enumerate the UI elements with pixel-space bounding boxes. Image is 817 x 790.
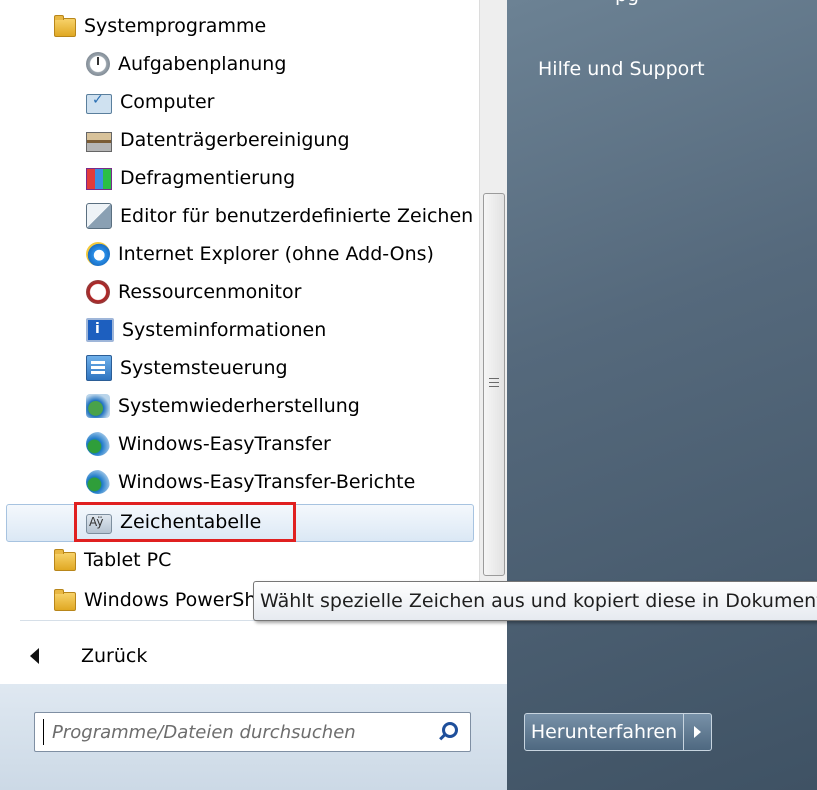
- list-item-label: Defragmentierung: [120, 167, 296, 189]
- shutdown-button[interactable]: Herunterfahren: [524, 713, 684, 751]
- list-item-systemwiederherstellung[interactable]: Systemwiederherstellung: [86, 387, 480, 425]
- search-box[interactable]: [34, 712, 471, 752]
- list-item-defragmentierung[interactable]: Defragmentierung: [86, 159, 480, 197]
- system-restore-icon: [86, 394, 110, 418]
- search-input[interactable]: [50, 716, 436, 748]
- char-editor-icon: [86, 203, 112, 229]
- list-item-easytransfer[interactable]: Windows-EasyTransfer: [86, 425, 480, 463]
- folder-label: Windows PowerShell: [84, 589, 279, 611]
- grip-icon: [489, 378, 499, 379]
- folder-icon: [52, 588, 76, 612]
- programs-scrollbar[interactable]: [479, 0, 508, 583]
- list-item-internet-explorer[interactable]: Internet Explorer (ohne Add-Ons): [86, 235, 480, 273]
- list-item-label: Internet Explorer (ohne Add-Ons): [118, 243, 434, 265]
- list-item-editor-zeichen[interactable]: Editor für benutzerdefinierte Zeichen: [86, 197, 480, 235]
- list-item-label: Datenträgerbereinigung: [120, 129, 350, 151]
- list-item-datentraegerbereinigung[interactable]: Datenträgerbereinigung: [86, 121, 480, 159]
- list-item-label: Windows-EasyTransfer: [118, 433, 331, 455]
- clock-icon: [86, 52, 110, 76]
- programs-list: Systemprogramme Aufgabenplanung Computer…: [0, 0, 480, 582]
- arrow-right-icon: [694, 726, 701, 738]
- folder-tablet-pc[interactable]: Tablet PC: [52, 541, 171, 579]
- easy-transfer-reports-icon: [86, 470, 110, 494]
- tooltip: Wählt spezielle Zeichen aus und kopiert …: [253, 581, 817, 621]
- folder-label: Tablet PC: [84, 549, 172, 571]
- list-item-label: Systemsteuerung: [120, 357, 288, 379]
- list-item-label: Aufgabenplanung: [118, 53, 287, 75]
- list-item-label: Computer: [120, 91, 215, 113]
- defrag-icon: [86, 168, 112, 190]
- list-item-label: Editor für benutzerdefinierte Zeichen: [120, 205, 474, 227]
- easy-transfer-icon: [86, 432, 110, 456]
- list-item-systemsteuerung[interactable]: Systemsteuerung: [86, 349, 480, 387]
- internet-explorer-icon: [86, 242, 110, 266]
- right-item-cut-off[interactable]: pg: [615, 0, 639, 6]
- control-panel-icon: [86, 355, 112, 381]
- folder-icon: [52, 14, 76, 38]
- list-item-aufgabenplanung[interactable]: Aufgabenplanung: [86, 45, 480, 83]
- back-arrow-icon: [30, 648, 39, 664]
- list-item-systeminformationen[interactable]: Systeminformationen: [86, 311, 480, 349]
- list-item-label: Windows-EasyTransfer-Berichte: [118, 471, 416, 493]
- list-item-label: Ressourcenmonitor: [118, 281, 302, 303]
- list-item-computer[interactable]: Computer: [86, 83, 480, 121]
- help-and-support-link[interactable]: Hilfe und Support: [538, 58, 705, 80]
- folder-icon: [52, 548, 76, 572]
- list-item-ressourcenmonitor[interactable]: Ressourcenmonitor: [86, 273, 480, 311]
- computer-icon: [86, 92, 112, 114]
- shutdown-control: Herunterfahren: [524, 713, 712, 751]
- list-item-easytransfer-berichte[interactable]: Windows-EasyTransfer-Berichte: [86, 463, 480, 501]
- scrollbar-thumb[interactable]: [483, 193, 505, 576]
- list-item-label: Systemwiederherstellung: [118, 395, 360, 417]
- resource-monitor-icon: [86, 280, 110, 304]
- back-button[interactable]: Zurück: [30, 636, 147, 676]
- disk-cleanup-icon: [86, 131, 112, 152]
- folder-label: Systemprogramme: [84, 15, 267, 37]
- shutdown-options-button[interactable]: [684, 713, 712, 751]
- highlight-annotation-box: [74, 502, 296, 542]
- right-pane: pg Hilfe und Support Herunterfahren: [507, 0, 817, 790]
- text-caret: [43, 719, 44, 745]
- programs-pane: Systemprogramme Aufgabenplanung Computer…: [0, 0, 508, 790]
- folder-windows-powershell[interactable]: Windows PowerShell: [52, 581, 279, 619]
- list-item-label: Systeminformationen: [122, 319, 327, 341]
- folder-systemprogramme[interactable]: Systemprogramme: [52, 7, 266, 45]
- search-icon[interactable]: [436, 720, 460, 744]
- back-label: Zurück: [81, 645, 148, 667]
- system-info-icon: [86, 318, 114, 342]
